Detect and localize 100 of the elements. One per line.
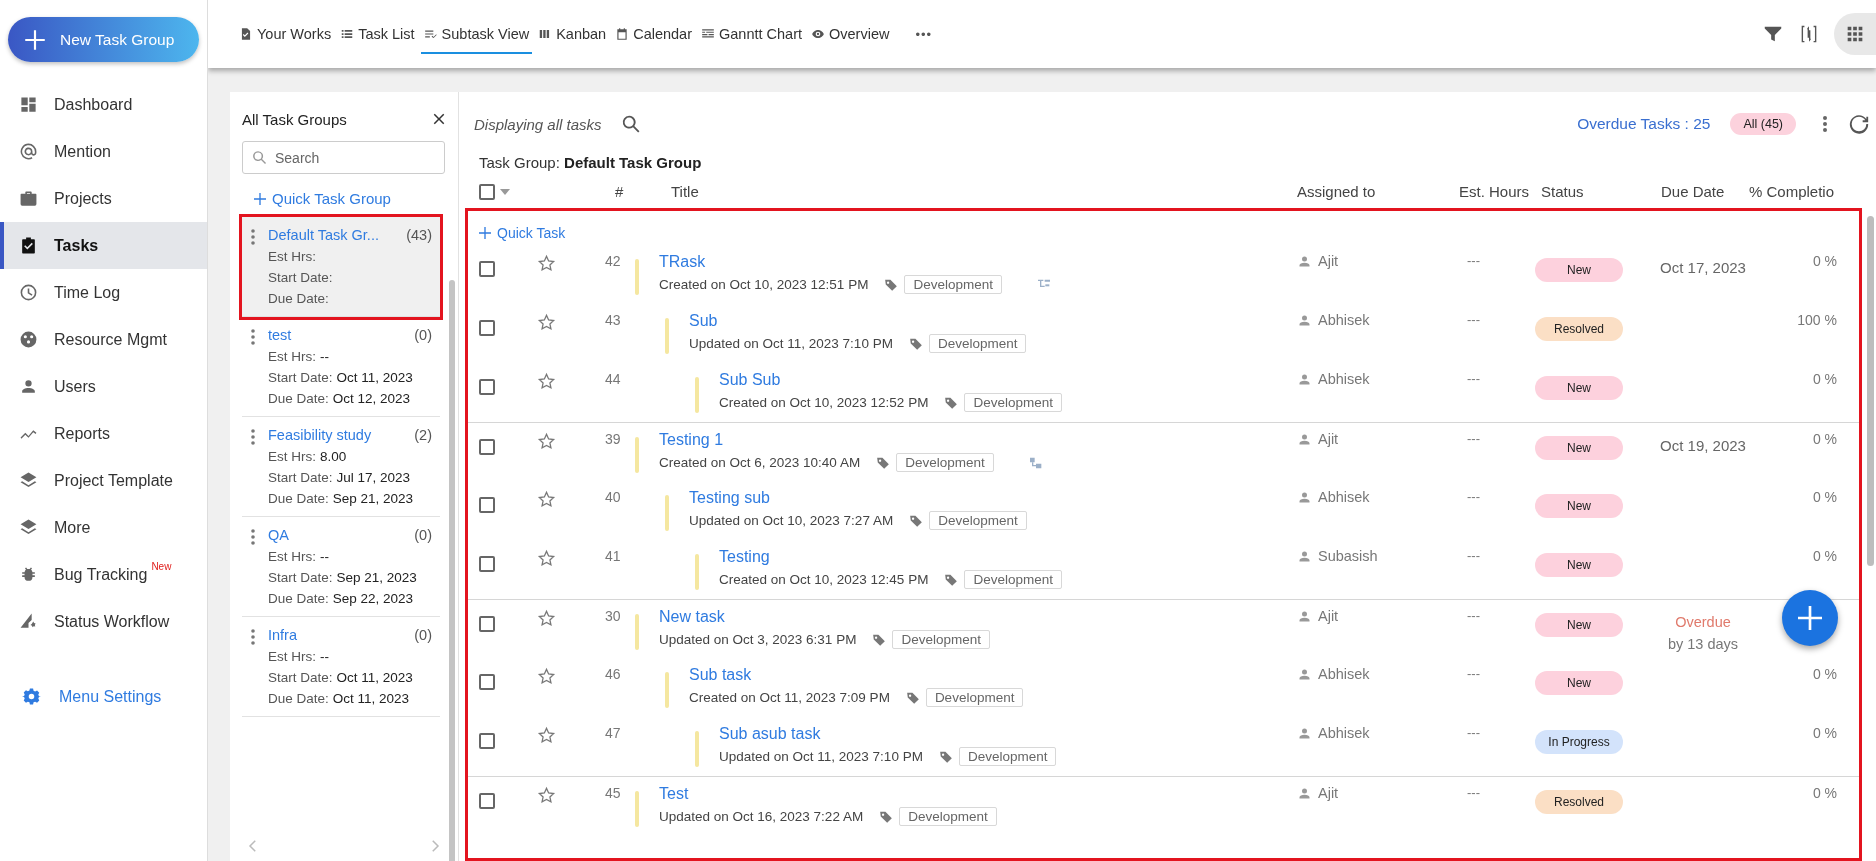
status-pill[interactable]: New: [1535, 258, 1623, 282]
task-title-link[interactable]: Sub Sub: [719, 371, 781, 389]
nav-item[interactable]: More: [0, 504, 207, 551]
kebab-icon[interactable]: [250, 227, 256, 247]
nav-item[interactable]: Dashboard: [0, 81, 207, 128]
menu-settings-link[interactable]: Menu Settings: [0, 687, 207, 706]
task-title-link[interactable]: Testing sub: [689, 489, 770, 507]
group-name[interactable]: QA: [268, 527, 289, 543]
task-title-link[interactable]: TRask: [659, 253, 706, 271]
new-task-group-button[interactable]: New Task Group: [8, 17, 199, 62]
nav-item[interactable]: Users: [0, 363, 207, 410]
star-icon[interactable]: [537, 313, 556, 332]
row-checkbox[interactable]: [479, 320, 495, 336]
task-title-link[interactable]: Testing 1: [659, 431, 724, 449]
tag-chip[interactable]: Development: [958, 747, 1057, 766]
scrollbar-thumb[interactable]: [1867, 216, 1874, 566]
task-title-link[interactable]: Sub asub task: [719, 725, 821, 743]
nav-item[interactable]: Reports: [0, 410, 207, 457]
row-checkbox[interactable]: [479, 379, 495, 395]
apps-button[interactable]: [1834, 13, 1876, 55]
view-tab[interactable]: Kanban: [535, 16, 610, 54]
nav-item[interactable]: Mention: [0, 128, 207, 175]
status-pill[interactable]: New: [1535, 671, 1623, 695]
row-checkbox[interactable]: [479, 261, 495, 277]
tag-chip[interactable]: Development: [896, 453, 994, 472]
select-all-checkbox[interactable]: [479, 183, 495, 200]
row-checkbox[interactable]: [479, 439, 495, 455]
tag-chip[interactable]: Development: [899, 807, 997, 826]
group-name[interactable]: test: [268, 327, 292, 343]
search-field[interactable]: Search: [242, 141, 445, 174]
row-checkbox[interactable]: [479, 497, 495, 513]
task-title-link[interactable]: Sub: [689, 312, 718, 330]
quick-task-button[interactable]: Quick Task: [468, 211, 566, 245]
star-icon[interactable]: [537, 432, 556, 451]
task-title-link[interactable]: Sub task: [689, 666, 752, 684]
group-name[interactable]: Feasibility study: [268, 427, 372, 443]
task-title-link[interactable]: Test: [659, 785, 689, 803]
nav-item[interactable]: Tasks: [0, 222, 207, 269]
row-checkbox[interactable]: [479, 793, 495, 809]
status-pill[interactable]: New: [1535, 494, 1623, 518]
star-icon[interactable]: [537, 609, 556, 628]
row-checkbox[interactable]: [479, 674, 495, 690]
caret-icon[interactable]: [500, 188, 510, 195]
row-checkbox[interactable]: [479, 733, 495, 749]
tag-chip[interactable]: Development: [892, 630, 990, 649]
view-tab[interactable]: Task List: [337, 16, 418, 54]
star-icon[interactable]: [537, 254, 556, 273]
star-icon[interactable]: [537, 549, 556, 568]
view-tab[interactable]: Overview: [808, 16, 893, 54]
kebab-icon[interactable]: [250, 327, 256, 347]
refresh-icon[interactable]: [1848, 113, 1870, 135]
filter-chip[interactable]: All (45): [1730, 113, 1796, 135]
status-pill[interactable]: New: [1535, 613, 1623, 637]
task-group-item[interactable]: test (0) Est Hrs: -- Start Date: Oct 11, 2023 Due Date: Oct 12, 2023: [242, 317, 440, 417]
star-icon[interactable]: [537, 786, 556, 805]
tag-chip[interactable]: Development: [964, 570, 1062, 589]
nav-item[interactable]: Bug Tracking $^{New}$: [0, 551, 207, 598]
kebab-icon[interactable]: [1822, 114, 1828, 134]
task-group-item[interactable]: Feasibility study (2) Est Hrs: 8.00 Start Date: Jul 17, 2023 Due Date: Sep 21, 2023: [242, 417, 440, 517]
star-icon[interactable]: [537, 667, 556, 686]
status-pill[interactable]: Resolved: [1535, 317, 1623, 341]
row-checkbox[interactable]: [479, 556, 495, 572]
kebab-icon[interactable]: [250, 527, 256, 547]
nav-item[interactable]: Time Log: [0, 269, 207, 316]
nav-item[interactable]: Projects: [0, 175, 207, 222]
tag-chip[interactable]: Development: [929, 511, 1027, 530]
view-tab[interactable]: Calendar: [612, 16, 695, 54]
overdue-tasks-link[interactable]: Overdue Tasks : 25: [1577, 115, 1711, 133]
tag-chip[interactable]: Development: [925, 688, 1024, 707]
tag-chip[interactable]: Development: [904, 275, 1002, 294]
tag-chip[interactable]: Development: [964, 393, 1062, 412]
kebab-icon[interactable]: [250, 427, 256, 447]
task-group-item[interactable]: Infra (0) Est Hrs: -- Start Date: Oct 11, 2023 Due Date: Oct 11, 2023: [242, 617, 440, 717]
view-tab[interactable]: Subtask View: [420, 16, 533, 54]
scrollbar-thumb[interactable]: [449, 280, 455, 861]
star-icon[interactable]: [537, 372, 556, 391]
group-name[interactable]: Default Task Gr...: [268, 227, 379, 243]
status-pill[interactable]: In Progress: [1535, 730, 1623, 754]
star-icon[interactable]: [537, 726, 556, 745]
view-tab[interactable]: Ganntt Chart: [698, 16, 806, 54]
star-icon[interactable]: [537, 490, 556, 509]
quick-task-group-button[interactable]: Quick Task Group: [252, 190, 458, 207]
kebab-icon[interactable]: [250, 627, 256, 647]
status-pill[interactable]: New: [1535, 376, 1623, 400]
more-tabs-button[interactable]: •••: [915, 26, 933, 42]
nav-item[interactable]: Project Template: [0, 457, 207, 504]
status-pill[interactable]: Resolved: [1535, 790, 1623, 814]
nav-item[interactable]: Status Workflow: [0, 598, 207, 645]
task-group-item[interactable]: Default Task Gr... (43) Est Hrs: Start Date: Due Date:: [242, 217, 440, 317]
add-floating-button[interactable]: [1782, 590, 1838, 646]
nav-item[interactable]: Resource Mgmt: [0, 316, 207, 363]
task-title-link[interactable]: New task: [659, 608, 725, 626]
view-tab[interactable]: Your Works: [236, 16, 335, 54]
row-checkbox[interactable]: [479, 616, 495, 632]
task-title-link[interactable]: Testing: [719, 548, 770, 566]
task-group-item[interactable]: QA (0) Est Hrs: -- Start Date: Sep 21, 2023 Due Date: Sep 22, 2023: [242, 517, 440, 617]
tag-chip[interactable]: Development: [928, 334, 1027, 353]
status-pill[interactable]: New: [1535, 553, 1623, 577]
group-name[interactable]: Infra: [268, 627, 297, 643]
status-pill[interactable]: New: [1535, 436, 1623, 460]
